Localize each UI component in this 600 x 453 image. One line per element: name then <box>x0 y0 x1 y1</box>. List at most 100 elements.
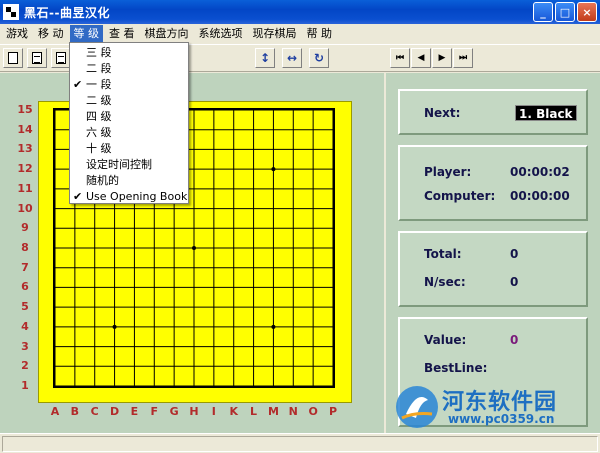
file-label: C <box>90 405 99 418</box>
rank-label: 15 <box>17 103 33 116</box>
level-item-label: 三 段 <box>86 46 112 59</box>
value-label: Value: <box>424 333 467 347</box>
file-label: M <box>267 405 279 418</box>
level-item-label: 六 级 <box>86 126 112 139</box>
flip-horizontal-icon: ↔ <box>286 51 298 65</box>
rank-label: 5 <box>21 300 29 314</box>
rotate-button[interactable]: ↻ <box>309 48 329 68</box>
level-item-time-control[interactable]: 设定时间控制 <box>70 157 188 173</box>
file-label: D <box>109 405 120 418</box>
computer-time: 00:00:00 <box>510 189 570 203</box>
level-item-1dan[interactable]: ✔ 一 段 <box>70 77 188 93</box>
level-item-4kyu[interactable]: 四 级 <box>70 109 188 125</box>
watermark: 河东软件园 www.pc0359.cn <box>390 378 596 434</box>
next-move-icon: ▶ <box>438 53 446 63</box>
new-document-button[interactable] <box>3 48 23 68</box>
menu-level[interactable]: 等 级 <box>69 25 103 42</box>
file-label: K <box>229 405 238 418</box>
rank-label: 13 <box>17 142 33 156</box>
check-icon: ✔ <box>73 78 83 91</box>
level-item-10kyu[interactable]: 十 级 <box>70 141 188 157</box>
watermark-logo-icon <box>396 386 438 428</box>
file-label: E <box>130 405 139 418</box>
menu-bar: 游戏 移 动 等 级 查 看 棋盘方向 系统选项 现存棋局 帮 助 <box>0 24 600 43</box>
check-icon: ✔ <box>73 190 83 203</box>
next-panel: Next: 1. Black <box>398 89 588 135</box>
first-move-button[interactable]: ⏮ <box>390 48 410 68</box>
level-dropdown-menu: 三 段 二 段 ✔ 一 段 二 级 四 级 六 级 十 级 设定时间控制 随机的 … <box>69 42 189 204</box>
level-item-label: 四 级 <box>86 110 112 123</box>
rank-label: 2 <box>21 359 29 373</box>
save-document-button[interactable] <box>51 48 71 68</box>
app-icon[interactable] <box>3 4 19 20</box>
new-document-icon <box>8 52 18 64</box>
star-point <box>192 246 196 250</box>
total-label: Total: <box>424 247 462 261</box>
rotate-icon: ↻ <box>313 51 325 65</box>
menu-game[interactable]: 游戏 <box>2 25 32 42</box>
player-label: Player: <box>424 165 472 179</box>
status-cell <box>2 436 598 452</box>
file-label: N <box>288 405 298 418</box>
star-point <box>112 324 117 329</box>
menu-board-orientation[interactable]: 棋盘方向 <box>141 25 193 42</box>
file-label: G <box>169 405 179 418</box>
menu-saved-games[interactable]: 现存棋局 <box>249 25 301 42</box>
menu-view[interactable]: 查 看 <box>105 25 139 42</box>
rank-label: 1 <box>21 379 29 392</box>
star-point <box>271 167 276 172</box>
file-label: I <box>211 405 216 418</box>
search-panel: Total: 0 N/sec: 0 <box>398 231 588 307</box>
menu-move[interactable]: 移 动 <box>34 25 68 42</box>
rank-label: 12 <box>17 162 33 176</box>
flip-vertical-icon: ↕ <box>259 51 271 65</box>
total-value: 0 <box>510 247 519 261</box>
level-item-3dan[interactable]: 三 段 <box>70 45 188 61</box>
rank-label: 7 <box>21 260 29 274</box>
rank-label: 4 <box>21 319 29 333</box>
level-item-label: 二 段 <box>86 62 112 75</box>
level-item-opening-book[interactable]: ✔ Use Opening Book <box>70 189 188 205</box>
level-item-label: 十 级 <box>86 142 112 155</box>
next-label: Next: <box>424 106 461 120</box>
rank-label: 3 <box>21 339 29 353</box>
close-button[interactable]: × <box>577 2 597 22</box>
computer-label: Computer: <box>424 189 496 203</box>
nsec-value: 0 <box>510 275 519 289</box>
flip-horizontal-button[interactable]: ↔ <box>282 48 302 68</box>
minimize-button[interactable]: _ <box>533 2 553 22</box>
previous-move-button[interactable]: ◀ <box>411 48 431 68</box>
last-move-button[interactable]: ⏭ <box>453 48 473 68</box>
last-move-icon: ⏭ <box>458 53 468 63</box>
level-item-random[interactable]: 随机的 <box>70 173 188 189</box>
time-panel: Player: 00:00:02 Computer: 00:00:00 <box>398 145 588 221</box>
save-document-icon <box>56 52 66 64</box>
rank-label: 10 <box>17 201 33 215</box>
maximize-button[interactable]: □ <box>555 2 575 22</box>
menu-help[interactable]: 帮 助 <box>303 25 337 42</box>
flip-vertical-button[interactable]: ↕ <box>255 48 275 68</box>
star-point <box>271 324 276 329</box>
file-label: B <box>70 405 80 418</box>
level-item-label: 一 段 <box>86 78 112 91</box>
window-title: 黑石--曲昱汉化 <box>24 5 110 20</box>
board-pane: 15 14 13 12 11 10 9 8 7 6 5 4 3 2 1 ABCDEFGHIKLMNOP <box>0 73 384 433</box>
title-bar: 黑石--曲昱汉化 _ □ × <box>0 0 600 24</box>
menu-system-options[interactable]: 系统选项 <box>195 25 247 42</box>
level-item-2kyu[interactable]: 二 级 <box>70 93 188 109</box>
rank-label: 14 <box>17 122 33 136</box>
rank-label: 11 <box>17 181 33 195</box>
rank-label: 9 <box>21 221 29 235</box>
level-item-2dan[interactable]: 二 段 <box>70 61 188 77</box>
open-document-button[interactable] <box>27 48 47 68</box>
file-label: A <box>50 405 60 418</box>
nsec-label: N/sec: <box>424 275 466 289</box>
file-label: P <box>328 405 338 418</box>
level-item-label: 二 级 <box>86 94 112 107</box>
level-item-6kyu[interactable]: 六 级 <box>70 125 188 141</box>
rank-label: 8 <box>21 241 29 254</box>
file-label: L <box>250 405 258 418</box>
level-item-label: 设定时间控制 <box>86 158 152 171</box>
next-move-button[interactable]: ▶ <box>432 48 452 68</box>
level-item-label: 随机的 <box>86 174 119 187</box>
